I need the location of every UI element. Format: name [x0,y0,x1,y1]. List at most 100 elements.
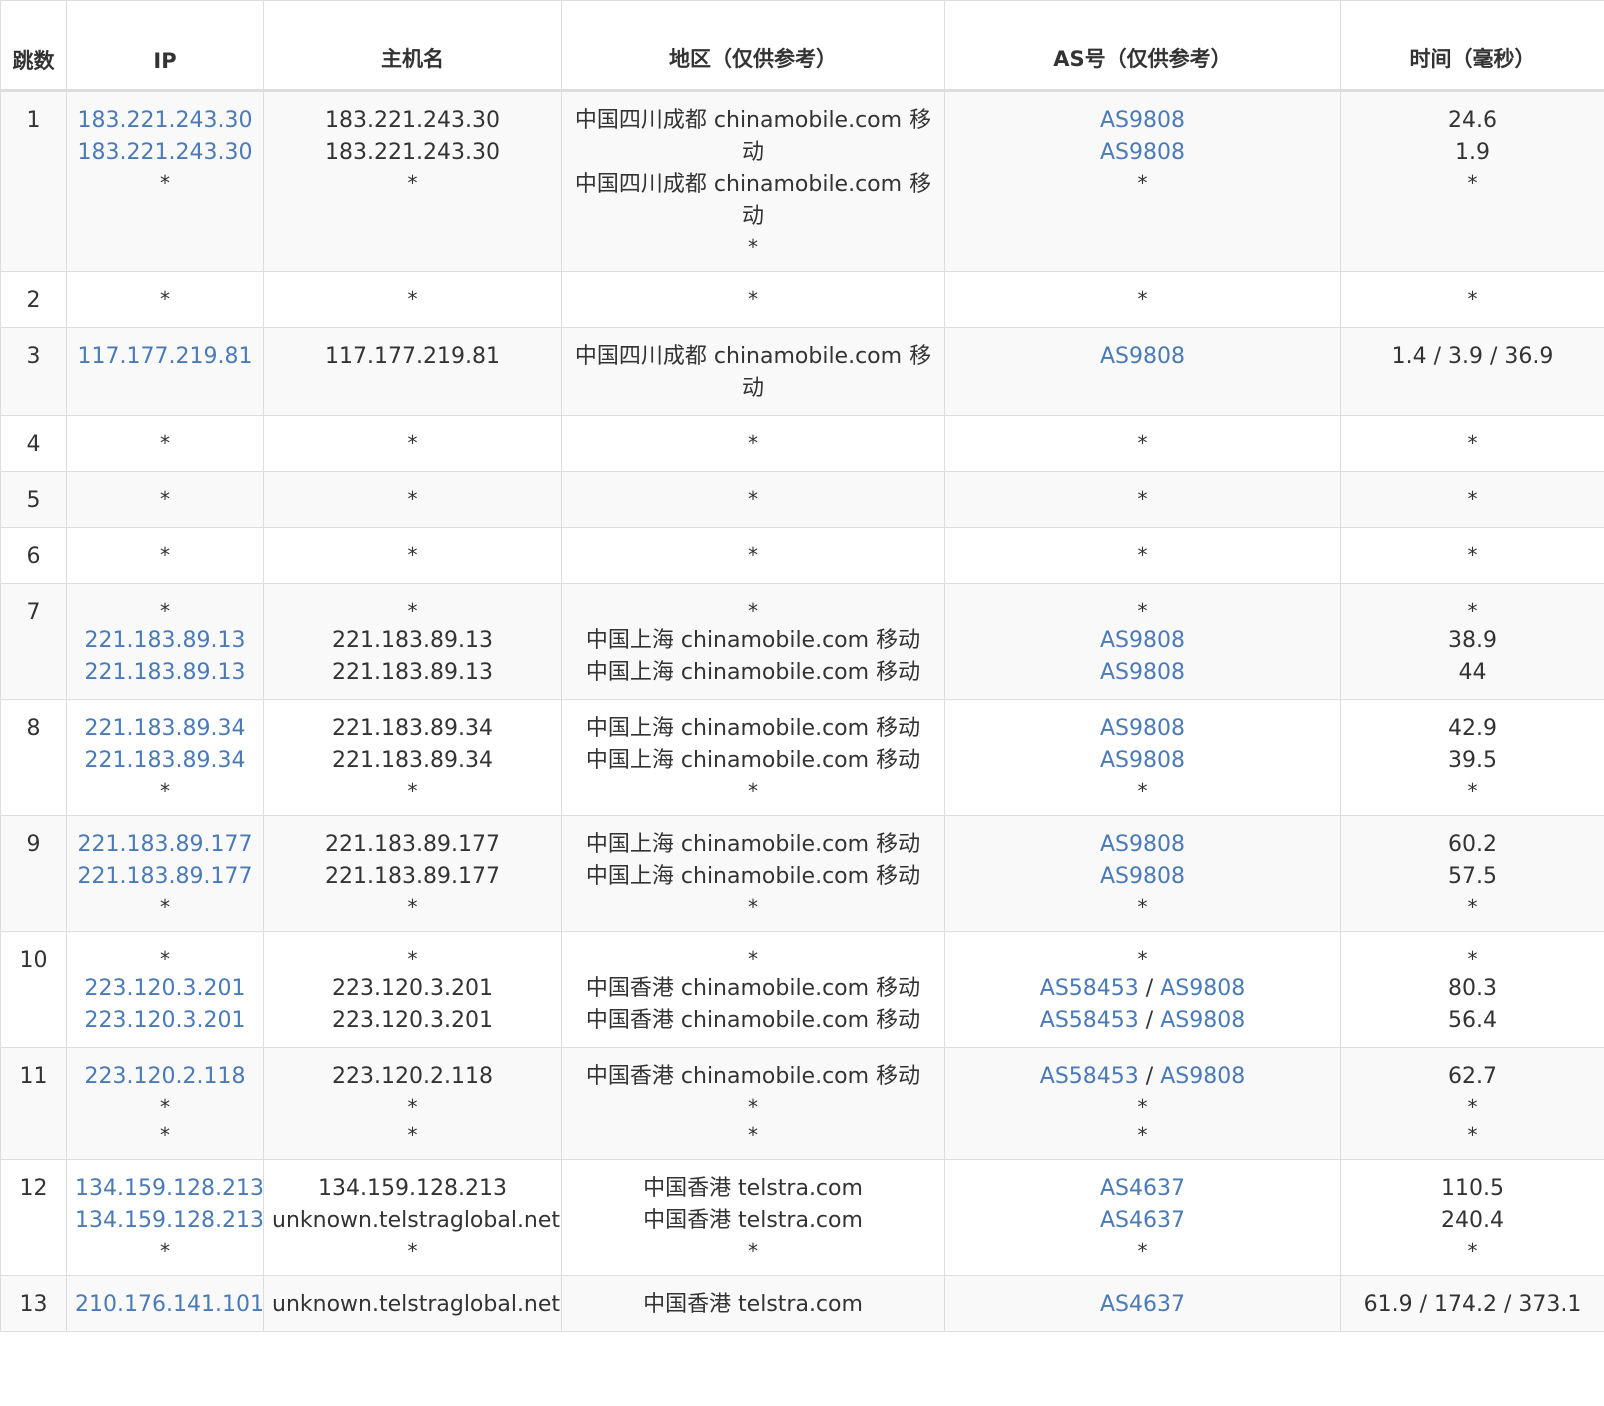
no-response-marker: * [1137,599,1148,623]
ip-link[interactable]: 210.176.141.101 [75,1292,264,1317]
location-cell: * 中国上海 chinamobile.com 移动 中国上海 chinamobile… [561,583,945,700]
location-text: 中国上海 chinamobile.com 移动 [585,748,921,773]
time-text: 1.9 [1455,140,1490,165]
no-response-marker: * [407,543,418,567]
ip-link[interactable]: 183.221.243.30 [78,140,253,165]
ip-link-line: 221.183.89.34 [75,713,255,745]
no-response-marker: * [407,779,418,803]
asn-link[interactable]: AS9808 [1100,864,1185,889]
asn-link[interactable]: AS9808 [1100,344,1185,369]
no-response-marker: * [1467,599,1478,623]
ip-cell: * [66,471,264,528]
ip-link-line: 223.120.3.201 [75,973,255,1005]
hostname-cell: 221.183.89.34 221.183.89.34 * [263,699,562,816]
asn-link[interactable]: AS9808 [1100,628,1185,653]
asn-link[interactable]: AS9808 [1100,748,1185,773]
asn-link[interactable]: AS9808 [1100,832,1185,857]
ip-link[interactable]: 223.120.3.201 [85,1008,246,1033]
ip-link[interactable]: 221.183.89.34 [85,748,246,773]
asn-cell: AS9808 AS9808 * [944,699,1341,816]
ip-link[interactable]: 223.120.2.118 [85,1064,246,1089]
ip-link[interactable]: 223.120.3.201 [85,976,246,1001]
asn-link[interactable]: AS58453 [1040,976,1139,1001]
asn-link[interactable]: AS9808 [1100,140,1185,165]
location-cell: 中国香港 telstra.com 中国香港 telstra.com * [561,1159,945,1276]
asn-link[interactable]: AS9808 [1160,1008,1245,1033]
time-cell: 24.6 1.9 * [1340,90,1604,272]
asn-link[interactable]: AS58453 [1040,1064,1139,1089]
asn-line: AS9808 [953,105,1332,137]
time-text: 61.9 / 174.2 / 373.1 [1363,1292,1582,1317]
time-text: 60.2 [1448,832,1497,857]
ip-link[interactable]: 221.183.89.13 [85,628,246,653]
location-text: 中国香港 chinamobile.com 移动 [585,1064,921,1089]
ip-cell: 183.221.243.30 183.221.243.30 * [66,90,264,272]
ip-link[interactable]: 134.159.128.213 [75,1208,264,1233]
asn-cell: AS9808 [944,327,1341,416]
hostname-text: 183.221.243.30 [325,140,500,165]
hostname-text: 221.183.89.177 [325,832,500,857]
asn-cell: AS9808 AS9808 * [944,90,1341,272]
asn-link[interactable]: AS4637 [1100,1208,1185,1233]
location-cell: 中国上海 chinamobile.com 移动 中国上海 chinamobile.… [561,699,945,816]
ip-link[interactable]: 183.221.243.30 [78,108,253,133]
no-response-marker: * [1137,895,1148,919]
hop-row: 5 * * * * * [0,471,1604,528]
time-text: 38.9 [1448,628,1497,653]
hop-row: 3 117.177.219.81 117.177.219.81 中国四川成都 chin… [0,327,1604,416]
ip-link[interactable]: 221.183.89.34 [85,716,246,741]
location-cell: 中国四川成都 chinamobile.com 移动 中国四川成都 chinamob… [561,90,945,272]
ip-link[interactable]: 134.159.128.213 [75,1176,264,1201]
no-response-marker: * [160,779,170,803]
no-response-marker: * [160,947,170,971]
no-response-marker: * [1467,1095,1478,1119]
asn-line: AS9808 [953,137,1332,169]
no-response-marker: * [160,1239,170,1263]
ip-link[interactable]: 221.183.89.177 [78,864,253,889]
hostname-cell: * [263,527,562,584]
no-response-marker: * [407,1239,418,1263]
asn-link[interactable]: AS9808 [1100,716,1185,741]
hostname-text: 223.120.3.201 [332,1008,493,1033]
ip-link-line: 221.183.89.177 [75,861,255,893]
traceroute-table: 跳数 IP 主机名 地区（仅供参考） AS号（仅供参考） 时间（毫秒） 1 183… [0,0,1604,1332]
time-text: 44 [1458,660,1487,685]
no-response-marker: * [1467,779,1478,803]
hop-row: 2 * * * * * [0,271,1604,328]
hop-row: 4 * * * * * [0,415,1604,472]
asn-link[interactable]: AS9808 [1160,1064,1245,1089]
no-response-marker: * [407,431,418,455]
location-text: 中国上海 chinamobile.com 移动 [585,628,921,653]
hostname-text: 221.183.89.34 [332,716,493,741]
hop-number: 7 [0,583,67,700]
asn-link[interactable]: AS9808 [1100,108,1185,133]
time-cell: * [1340,271,1604,328]
no-response-marker: * [160,171,170,195]
asn-link[interactable]: AS9808 [1160,976,1245,1001]
ip-link[interactable]: 221.183.89.13 [85,660,246,685]
no-response-marker: * [1467,1123,1478,1147]
header-location: 地区（仅供参考） [561,0,945,92]
time-text: 42.9 [1448,716,1497,741]
asn-link[interactable]: AS9808 [1100,660,1185,685]
asn-link[interactable]: AS58453 [1040,1008,1139,1033]
time-cell: 61.9 / 174.2 / 373.1 [1340,1275,1604,1332]
hop-number: 13 [0,1275,67,1332]
ip-link[interactable]: 117.177.219.81 [78,344,253,369]
hop-row: 6 * * * * * [0,527,1604,584]
header-row: 跳数 IP 主机名 地区（仅供参考） AS号（仅供参考） 时间（毫秒） [0,0,1604,92]
no-response-marker: * [748,599,758,623]
no-response-marker: * [407,487,418,511]
asn-link[interactable]: AS4637 [1100,1176,1185,1201]
hop-number: 5 [0,471,67,528]
asn-link[interactable]: AS4637 [1100,1292,1185,1317]
ip-cell: * 223.120.3.201 223.120.3.201 [66,931,264,1048]
ip-link-line: 134.159.128.213 [75,1173,264,1205]
asn-cell: AS4637 [944,1275,1341,1332]
no-response-marker: * [748,487,758,511]
ip-link[interactable]: 221.183.89.177 [78,832,253,857]
ip-cell: 117.177.219.81 [66,327,264,416]
location-cell: 中国四川成都 chinamobile.com 移动 [561,327,945,416]
time-text: 80.3 [1448,976,1497,1001]
no-response-marker: * [407,599,418,623]
